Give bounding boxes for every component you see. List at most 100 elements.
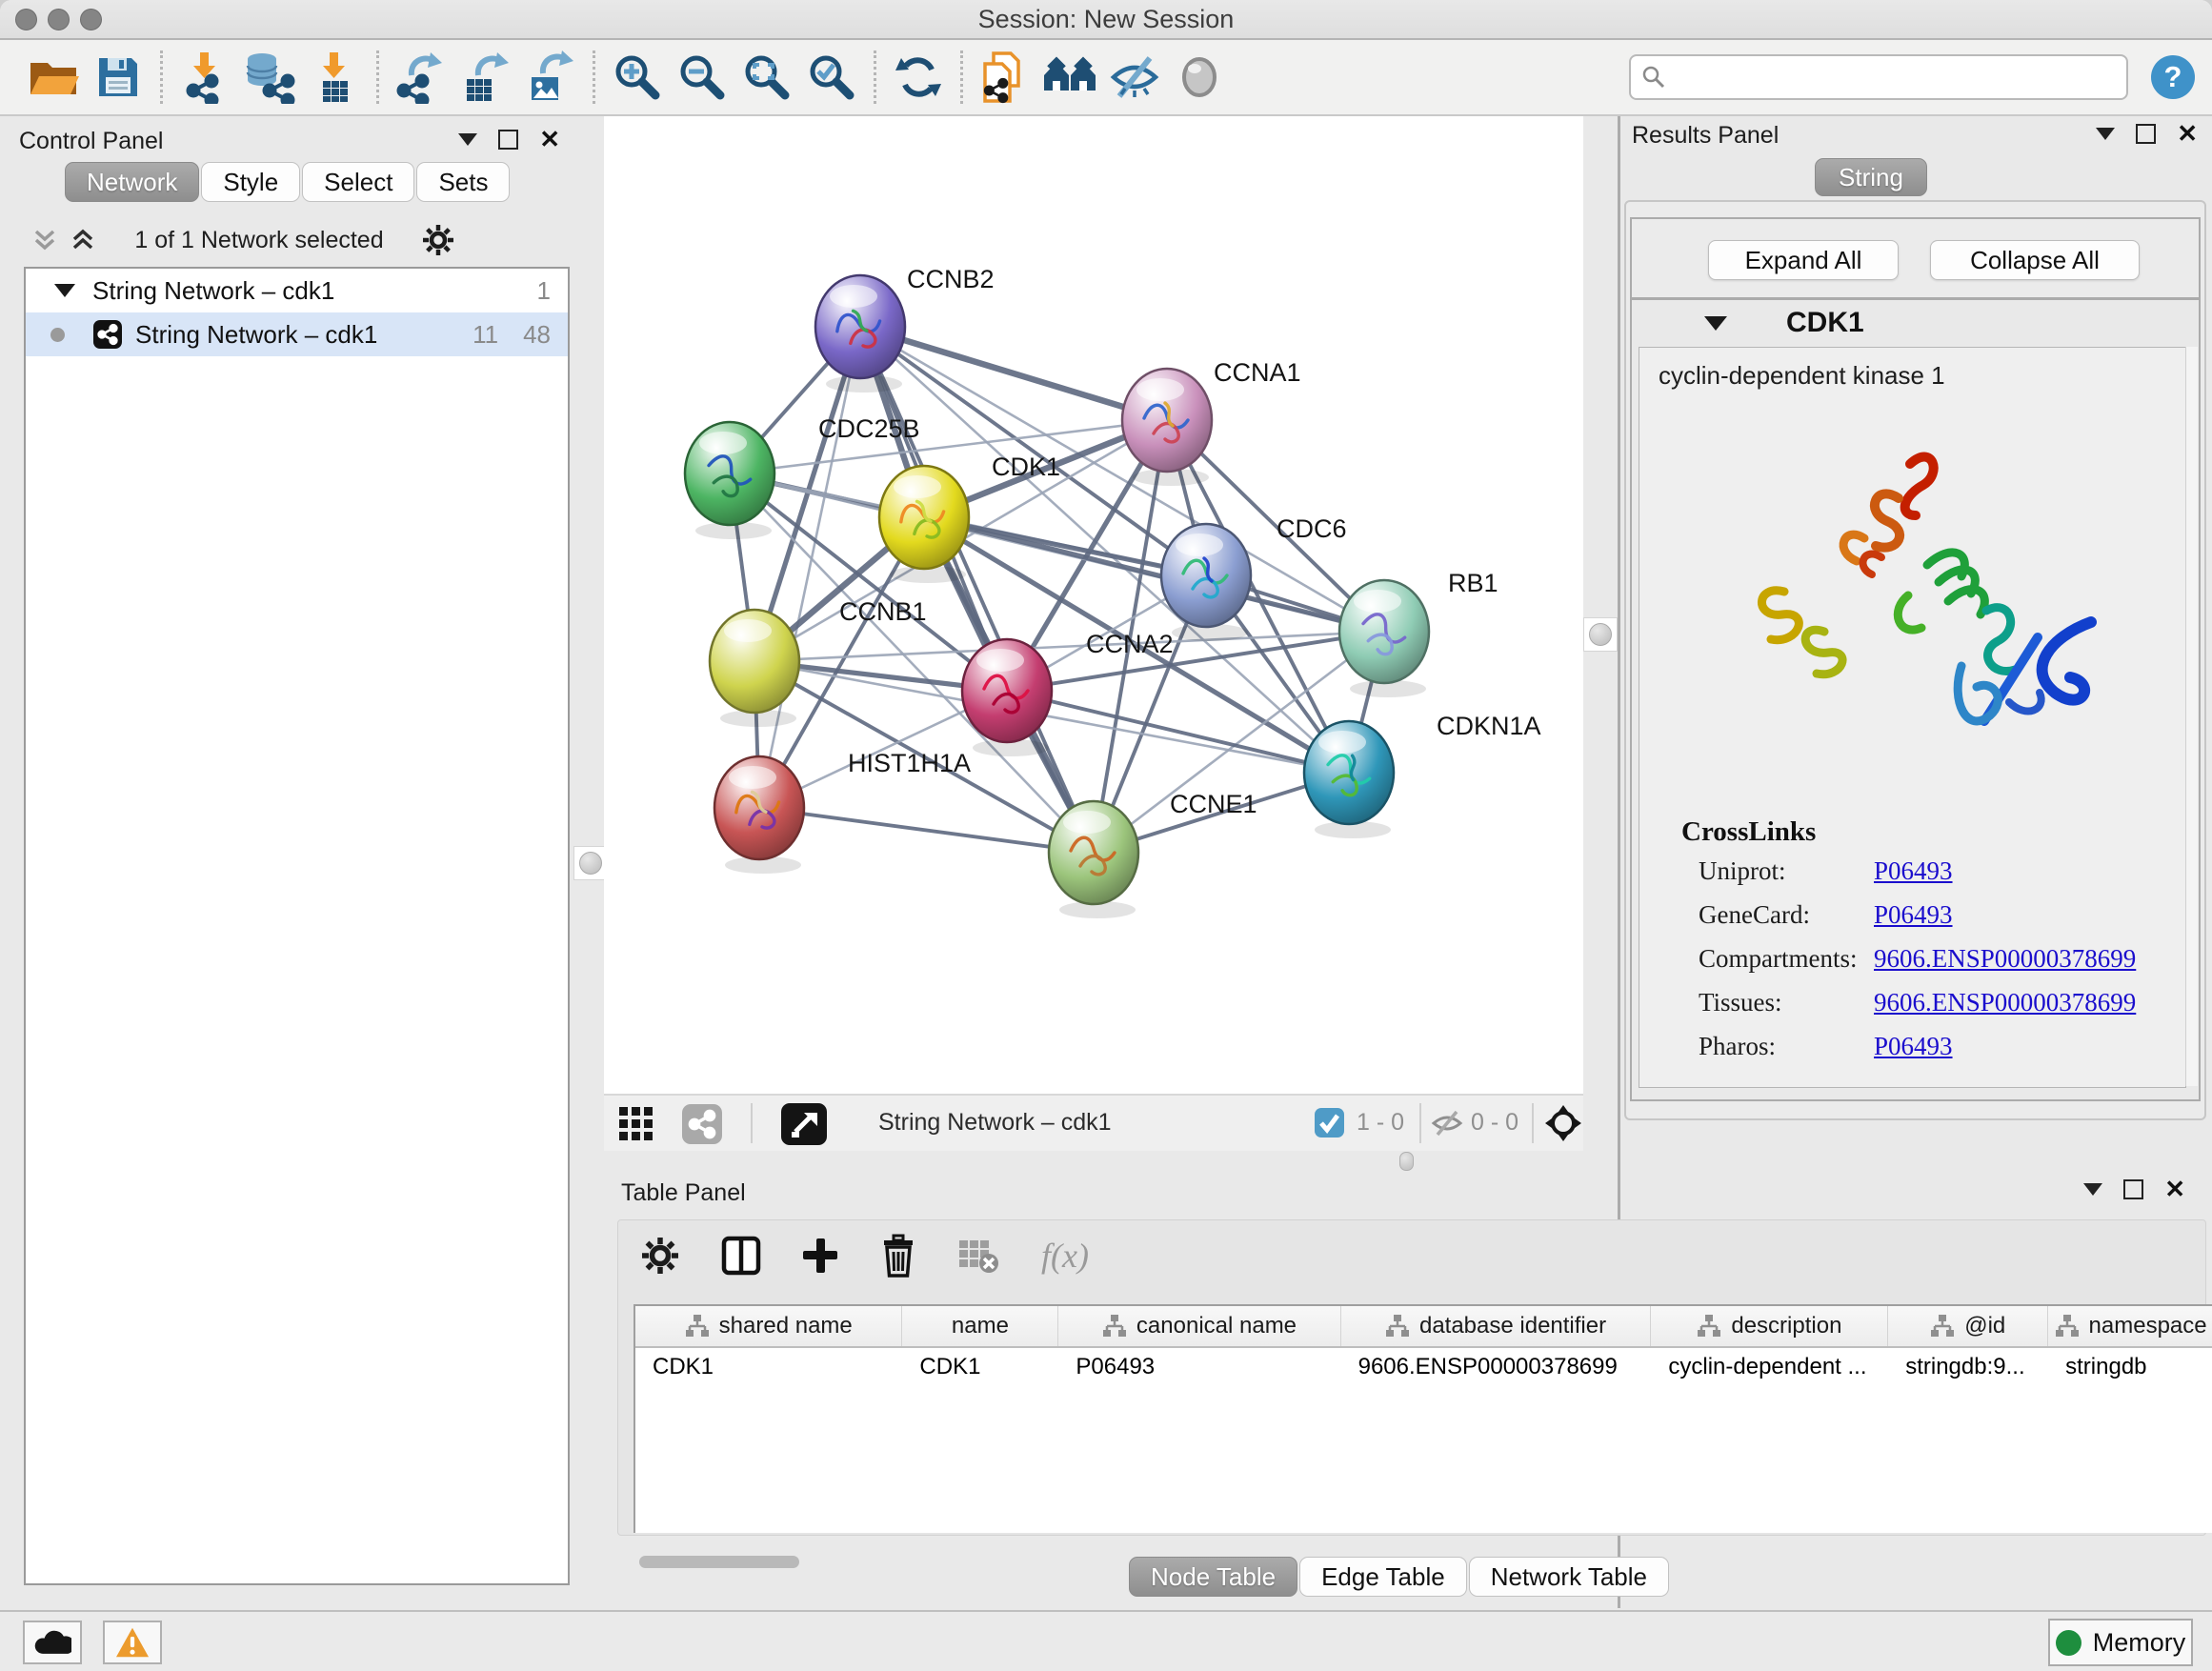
selected-checkbox-icon[interactable] (1315, 1108, 1344, 1137)
network-edge[interactable] (759, 327, 860, 808)
column-header-description[interactable]: description (1651, 1306, 1888, 1346)
crosslink-value-pharos[interactable]: P06493 (1874, 1032, 1953, 1061)
first-neighbors-button[interactable] (1043, 50, 1096, 104)
title-bar: Session: New Session (0, 0, 2212, 40)
network-edge[interactable] (759, 808, 1094, 853)
crosslink-value-compartments[interactable]: 9606.ENSP00000378699 (1874, 944, 2136, 974)
warning-status-button[interactable] (103, 1621, 162, 1664)
help-button[interactable]: ? (2151, 55, 2195, 99)
new-network-from-selection-button[interactable] (978, 50, 1032, 104)
node-table: shared name name canonical name database… (633, 1304, 2212, 1533)
panel-close-icon[interactable]: ✕ (539, 131, 560, 148)
results-scrollbar[interactable] (2185, 347, 2198, 1086)
table-header-row: shared name name canonical name database… (635, 1306, 2212, 1348)
horizontal-splitter-handle[interactable] (1399, 1152, 1414, 1171)
panel-close-icon[interactable]: ✕ (2164, 1181, 2185, 1198)
left-splitter-handle[interactable] (573, 846, 608, 880)
table-horizontal-scrollbar[interactable] (639, 1556, 799, 1568)
fit-selected-crosshair-icon[interactable] (1545, 1105, 1581, 1141)
import-table-icon (308, 50, 361, 104)
shared-column-icon (1385, 1314, 1410, 1339)
string-results-container: Expand All Collapse All CDK1 cyclin-depe… (1624, 200, 2206, 1120)
network-bullet-icon (50, 328, 65, 342)
delete-column-icon[interactable] (879, 1234, 917, 1278)
network-row[interactable]: String Network – cdk1 11 48 (26, 312, 568, 356)
tab-string[interactable]: String (1815, 158, 1927, 196)
memory-button[interactable]: Memory (2048, 1619, 2193, 1666)
right-splitter-handle[interactable] (1583, 617, 1618, 652)
collapse-all-networks-icon[interactable] (30, 227, 59, 253)
search-input[interactable] (1667, 63, 2117, 91)
node-gloss (976, 649, 1024, 672)
zoom-selected-icon (807, 52, 856, 102)
tab-edge-table[interactable]: Edge Table (1299, 1557, 1467, 1597)
zoom-selected-button[interactable] (805, 50, 858, 104)
collapse-all-button[interactable]: Collapse All (1930, 240, 2140, 280)
node-count: 11 (473, 320, 498, 350)
export-network-button[interactable] (394, 50, 448, 104)
tab-node-table[interactable]: Node Table (1129, 1557, 1297, 1597)
export-image-button[interactable] (524, 50, 577, 104)
column-header-database-identifier[interactable]: database identifier (1341, 1306, 1652, 1346)
panel-menu-icon[interactable] (2083, 1183, 2102, 1196)
column-header-shared-name[interactable]: shared name (635, 1306, 902, 1346)
node-gloss (724, 619, 772, 642)
shared-column-icon (2055, 1314, 2080, 1339)
tab-network-table[interactable]: Network Table (1469, 1557, 1669, 1597)
save-session-button[interactable] (91, 50, 145, 104)
column-header-namespace[interactable]: namespace (2048, 1306, 2212, 1346)
network-edge[interactable] (860, 327, 1167, 420)
import-table-button[interactable] (308, 50, 361, 104)
table-gear-icon[interactable] (639, 1235, 681, 1277)
detach-view-icon[interactable] (781, 1103, 827, 1145)
column-header-canonical-name[interactable]: canonical name (1058, 1306, 1340, 1346)
tab-network[interactable]: Network (65, 162, 199, 202)
gene-section-header[interactable]: CDK1 (1632, 300, 2199, 346)
tab-sets[interactable]: Sets (416, 162, 510, 202)
panel-float-icon[interactable] (498, 130, 518, 150)
show-columns-icon[interactable] (721, 1235, 761, 1277)
cloud-status-button[interactable] (23, 1621, 82, 1664)
cell-shared-name: CDK1 (635, 1354, 902, 1380)
tree-expand-icon[interactable] (54, 284, 75, 297)
shared-column-icon (1930, 1314, 1955, 1339)
network-tree: String Network – cdk1 1 String Network –… (24, 267, 570, 1585)
zoom-fit-button[interactable] (740, 50, 794, 104)
network-collection-row[interactable]: String Network – cdk1 1 (26, 269, 568, 312)
tab-style[interactable]: Style (201, 162, 300, 202)
export-network-icon (394, 50, 448, 104)
crosslink-value-tissues[interactable]: 9606.ENSP00000378699 (1874, 988, 2136, 1017)
show-all-button[interactable] (1173, 50, 1226, 104)
add-column-icon[interactable] (801, 1235, 839, 1277)
column-header-name[interactable]: name (902, 1306, 1058, 1346)
import-database-icon (243, 50, 296, 104)
cell-name: CDK1 (902, 1354, 1058, 1380)
table-row[interactable]: CDK1 CDK1 P06493 9606.ENSP00000378699 cy… (635, 1348, 2212, 1386)
network-canvas[interactable]: CCNB2CCNA1CDC25BCDK1CDC6RB1CCNB1CCNA2CDK… (604, 116, 1583, 1094)
zoom-in-button[interactable] (611, 50, 664, 104)
import-network-from-database-button[interactable] (243, 50, 296, 104)
network-options-gear-icon[interactable] (421, 223, 455, 257)
expand-all-networks-icon[interactable] (69, 227, 97, 253)
column-header-id[interactable]: @id (1888, 1306, 2048, 1346)
import-network-from-file-button[interactable] (178, 50, 231, 104)
zoom-out-button[interactable] (675, 50, 729, 104)
export-table-button[interactable] (459, 50, 513, 104)
apply-layout-button[interactable] (892, 50, 945, 104)
string-network-icon (93, 320, 122, 349)
tab-select[interactable]: Select (302, 162, 414, 202)
grid-view-icon[interactable] (619, 1107, 654, 1141)
panel-menu-icon[interactable] (458, 133, 477, 146)
network-view-share-icon[interactable] (682, 1104, 722, 1144)
expand-all-button[interactable]: Expand All (1708, 240, 1899, 280)
open-session-button[interactable] (27, 50, 80, 104)
panel-close-icon[interactable]: ✕ (2177, 126, 2198, 142)
panel-menu-icon[interactable] (2096, 128, 2115, 140)
crosslink-value-uniprot[interactable]: P06493 (1874, 856, 1953, 886)
hide-selected-button[interactable] (1108, 50, 1161, 104)
crosslink-value-genecard[interactable]: P06493 (1874, 900, 1953, 930)
eye-gray-icon (1175, 52, 1224, 102)
section-collapse-icon[interactable] (1704, 316, 1727, 331)
panel-float-icon[interactable] (2123, 1179, 2143, 1199)
panel-float-icon[interactable] (2136, 124, 2156, 144)
